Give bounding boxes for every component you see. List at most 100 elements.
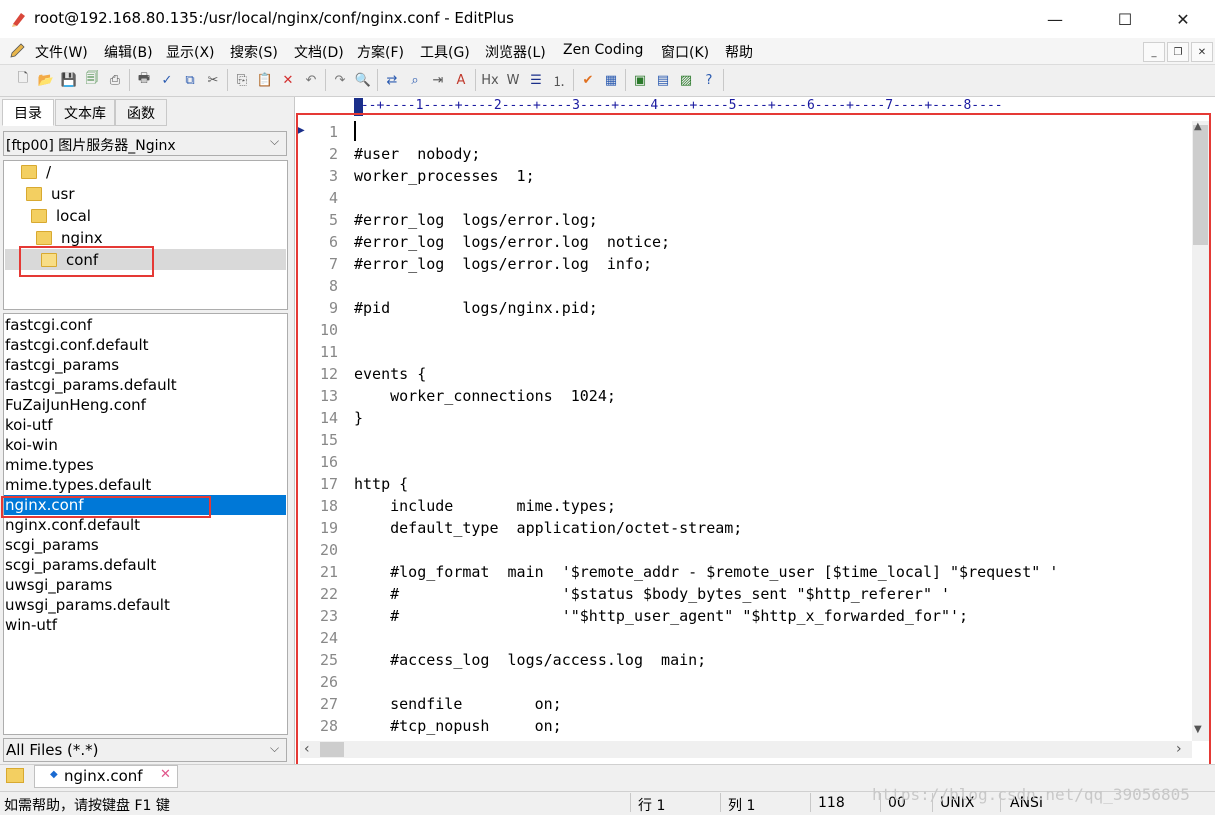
tree-item-root[interactable]: / <box>46 163 51 181</box>
toolbar-separator <box>377 69 378 91</box>
menu-window[interactable]: 窗口(K) <box>661 42 709 62</box>
maximize-button[interactable]: ☐ <box>1102 0 1148 38</box>
user-tool-4-icon[interactable]: ▨ <box>675 69 697 91</box>
spell-check-icon[interactable]: ✓ <box>156 69 178 91</box>
folder-icon <box>21 165 37 179</box>
new-file-icon[interactable]: 🗋 <box>12 69 34 91</box>
watermark-text: https://blog.csdn.net/qq_39056805 <box>872 785 1190 804</box>
file-type-icon: ◆ <box>50 769 58 780</box>
folder-icon <box>31 209 47 223</box>
chevron-down-icon[interactable]: ⌵ <box>270 741 279 756</box>
print-icon[interactable]: 🖶 <box>133 69 155 91</box>
minimize-button[interactable]: — <box>1032 0 1078 38</box>
menu-zen-coding[interactable]: Zen Coding <box>563 42 643 58</box>
file-list-item[interactable]: uwsgi_params <box>5 575 112 595</box>
toolbar-separator <box>625 69 626 91</box>
find-in-files-icon[interactable]: ⌕ <box>404 69 426 91</box>
toolbar-separator <box>325 69 326 91</box>
toolbar-separator <box>475 69 476 91</box>
save-all-icon[interactable]: 🗐 <box>81 69 103 91</box>
file-list-item[interactable]: mime.types.default <box>5 475 151 495</box>
highlight-box-nginx-conf <box>1 496 211 518</box>
close-tab-icon[interactable]: ✕ <box>160 767 171 782</box>
chevron-down-icon[interactable]: ⌵ <box>270 134 279 149</box>
copy-icon[interactable]: ⎘ <box>231 69 253 91</box>
mdi-close-button[interactable]: ✕ <box>1191 42 1213 62</box>
file-list-item[interactable]: win-utf <box>5 615 57 635</box>
status-row: 行 1 <box>638 798 666 814</box>
mdi-minimize-button[interactable]: _ <box>1143 42 1165 62</box>
toolbar-separator <box>227 69 228 91</box>
menu-search[interactable]: 搜索(S) <box>230 42 278 62</box>
help-cursor-icon[interactable]: ? <box>698 69 720 91</box>
mdi-restore-button[interactable]: ❐ <box>1167 42 1189 62</box>
file-list-item[interactable]: uwsgi_params.default <box>5 595 170 615</box>
tab-functions[interactable]: 函数 <box>115 99 167 126</box>
file-filter-value: All Files (*.*) <box>6 741 99 759</box>
highlight-box-editor <box>296 113 1211 781</box>
print-preview-icon[interactable]: ⎙ <box>104 69 126 91</box>
menu-document[interactable]: 文档(D) <box>294 42 344 62</box>
status-divider <box>630 793 631 812</box>
user-tool-1-icon[interactable]: ▦ <box>600 69 622 91</box>
line-wrap-icon[interactable]: ☰ <box>525 69 547 91</box>
file-list-item[interactable]: fastcgi_params <box>5 355 119 375</box>
highlight-box-conf-folder <box>19 246 154 277</box>
directory-select-value: [ftp00] 图片服务器_Nginx <box>6 138 176 154</box>
tree-item-nginx[interactable]: nginx <box>61 229 103 247</box>
document-tab-label: nginx.conf <box>64 767 143 785</box>
folder-icon[interactable] <box>6 768 24 783</box>
status-char-count: 118 <box>818 795 845 811</box>
tree-item-local[interactable]: local <box>56 207 91 225</box>
status-column: 列 1 <box>728 798 756 814</box>
window-title: root@192.168.80.135:/usr/local/nginx/con… <box>34 9 514 27</box>
file-list-item[interactable]: fastcgi_params.default <box>5 375 177 395</box>
cut-icon[interactable]: ✂ <box>202 69 224 91</box>
menu-browser[interactable]: 浏览器(L) <box>485 42 546 62</box>
menu-help[interactable]: 帮助 <box>725 42 753 62</box>
tree-item-usr[interactable]: usr <box>51 185 75 203</box>
folder-icon <box>26 187 42 201</box>
toolbar-separator <box>129 69 130 91</box>
menu-view[interactable]: 显示(X) <box>166 42 215 62</box>
menu-tools[interactable]: 工具(G) <box>420 42 470 62</box>
spell-icon[interactable]: ✔ <box>577 69 599 91</box>
tab-directory[interactable]: 目录 <box>2 99 54 126</box>
file-list-item[interactable]: scgi_params <box>5 535 99 555</box>
file-list-item[interactable]: nginx.conf.default <box>5 515 140 535</box>
close-button[interactable]: ✕ <box>1160 0 1206 38</box>
save-icon[interactable]: 💾 <box>58 69 80 91</box>
tab-text-library[interactable]: 文本库 <box>55 99 115 126</box>
file-list-item[interactable]: koi-win <box>5 435 58 455</box>
open-folder-icon[interactable]: 📂 <box>35 69 57 91</box>
user-tool-2-icon[interactable]: ▣ <box>629 69 651 91</box>
status-help-text: 如需帮助，请按键盘 F1 键 <box>4 798 170 814</box>
ruler-text: ---+----1----+----2----+----3----+----4-… <box>353 98 1003 113</box>
editplus-app-icon[interactable] <box>10 10 28 28</box>
find-icon[interactable]: 🔍 <box>352 69 374 91</box>
font-icon[interactable]: A <box>450 69 472 91</box>
file-list-item[interactable]: mime.types <box>5 455 94 475</box>
replace-icon[interactable]: ⇄ <box>381 69 403 91</box>
toolbar-separator <box>573 69 574 91</box>
line-number-icon[interactable]: ⒈ <box>548 69 570 91</box>
delete-icon[interactable]: ✕ <box>277 69 299 91</box>
file-list-item[interactable]: fastcgi.conf <box>5 315 92 335</box>
file-list-item[interactable]: koi-utf <box>5 415 53 435</box>
redo-icon[interactable]: ↷ <box>329 69 351 91</box>
status-divider <box>810 793 811 812</box>
menu-file[interactable]: 文件(W) <box>35 42 88 62</box>
paste-icon[interactable]: 📋 <box>254 69 276 91</box>
browser-preview-icon[interactable]: ⧉ <box>179 69 201 91</box>
goto-line-icon[interactable]: ⇥ <box>427 69 449 91</box>
file-list-item[interactable]: scgi_params.default <box>5 555 156 575</box>
menu-project[interactable]: 方案(F) <box>357 42 404 62</box>
hex-icon[interactable]: Hx <box>479 69 501 91</box>
file-list-item[interactable]: fastcgi.conf.default <box>5 335 149 355</box>
word-wrap-icon[interactable]: W <box>502 69 524 91</box>
undo-icon[interactable]: ↶ <box>300 69 322 91</box>
file-list-item[interactable]: FuZaiJunHeng.conf <box>5 395 146 415</box>
folder-icon <box>36 231 52 245</box>
menu-edit[interactable]: 编辑(B) <box>104 42 153 62</box>
user-tool-3-icon[interactable]: ▤ <box>652 69 674 91</box>
